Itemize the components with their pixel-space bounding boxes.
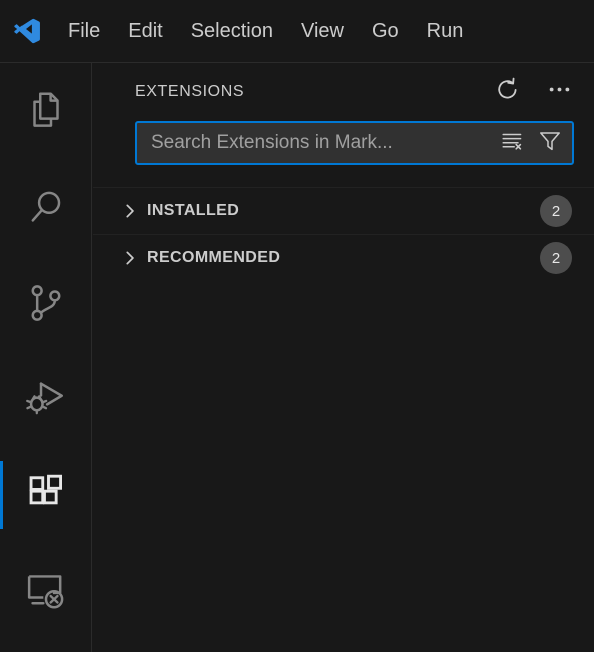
status-badge: 2 <box>540 242 572 274</box>
menu-item-go[interactable]: Go <box>358 13 413 49</box>
activity-bar-item-remote-explorer[interactable] <box>0 543 92 639</box>
search-row <box>93 121 594 165</box>
activity-bar <box>0 63 92 652</box>
more-actions-icon <box>546 76 573 108</box>
menu-item-view[interactable]: View <box>287 13 358 49</box>
extensions-icon <box>23 472 69 518</box>
status-badge: 2 <box>540 195 572 227</box>
search-box-actions <box>496 127 566 159</box>
sidebar-header: EXTENSIONS <box>93 63 594 121</box>
section-installed[interactable]: INSTALLED 2 <box>93 187 594 234</box>
sidebar-header-actions <box>490 75 576 109</box>
filter-button[interactable] <box>534 127 566 159</box>
active-indicator <box>0 365 3 433</box>
vscode-logo-icon <box>0 16 54 46</box>
active-indicator <box>0 173 3 241</box>
search-input[interactable] <box>151 132 496 154</box>
activity-bar-item-source-control[interactable] <box>0 255 92 351</box>
chevron-right-icon <box>121 202 147 220</box>
files-icon <box>23 88 69 134</box>
menu-item-file[interactable]: File <box>54 13 114 49</box>
title-bar: File Edit Selection View Go Run <box>0 0 594 63</box>
vscode-window: File Edit Selection View Go Run EXTENSIO… <box>0 0 594 652</box>
activity-bar-item-extensions[interactable] <box>0 447 92 543</box>
clear-search-results-button[interactable] <box>496 127 528 159</box>
filter-icon <box>538 129 562 158</box>
refresh-icon <box>494 76 521 108</box>
remote-explorer-icon <box>23 568 69 614</box>
views-and-more-actions-button[interactable] <box>542 75 576 109</box>
menu-bar: File Edit Selection View Go Run <box>54 13 477 49</box>
extensions-sections: INSTALLED 2 RECOMMENDED 2 <box>93 187 594 281</box>
section-recommended[interactable]: RECOMMENDED 2 <box>93 234 594 281</box>
activity-bar-item-search[interactable] <box>0 159 92 255</box>
clear-search-results-icon <box>500 129 524 158</box>
section-label: INSTALLED <box>147 202 240 219</box>
activity-bar-item-explorer[interactable] <box>0 63 92 159</box>
extensions-sidebar: EXTENSIONS Search Extensions in Mark... … <box>93 63 594 652</box>
run-debug-icon <box>23 376 69 422</box>
page-title: EXTENSIONS <box>135 83 245 100</box>
activity-bar-item-run-and-debug[interactable] <box>0 351 92 447</box>
chevron-right-icon <box>121 249 147 267</box>
active-indicator <box>0 461 3 529</box>
search-box[interactable] <box>135 121 574 165</box>
active-indicator <box>0 77 3 145</box>
menu-item-run[interactable]: Run <box>413 13 478 49</box>
menu-item-selection[interactable]: Selection <box>177 13 287 49</box>
menu-item-edit[interactable]: Edit <box>114 13 176 49</box>
active-indicator <box>0 557 3 625</box>
search-icon <box>23 184 69 230</box>
active-indicator <box>0 269 3 337</box>
section-label: RECOMMENDED <box>147 249 281 266</box>
refresh-button[interactable] <box>490 75 524 109</box>
source-control-icon <box>23 280 69 326</box>
